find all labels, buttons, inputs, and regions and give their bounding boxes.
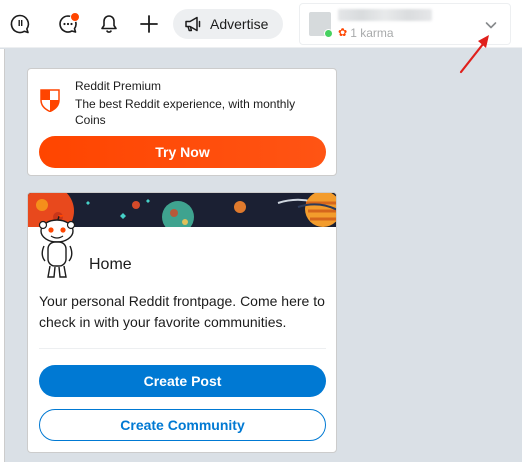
create-community-button[interactable]: Create Community — [39, 409, 326, 441]
chat-icon[interactable] — [52, 8, 84, 40]
advertise-label: Advertise — [210, 16, 269, 32]
snoo-mascot-icon — [36, 211, 78, 285]
premium-title: Reddit Premium — [75, 79, 162, 93]
chevron-down-icon[interactable] — [483, 17, 499, 33]
premium-description: The best Reddit experience, with monthly… — [75, 97, 296, 127]
home-card: Home Your personal Reddit frontpage. Com… — [27, 192, 337, 453]
online-status-dot — [324, 29, 333, 38]
home-description: Your personal Reddit frontpage. Come her… — [39, 293, 325, 330]
advertise-button[interactable]: Advertise — [173, 9, 283, 39]
karma-count: ✿ 1 karma — [338, 26, 394, 40]
premium-card: Reddit Premium The best Reddit experienc… — [27, 68, 337, 176]
left-page-edge — [0, 49, 5, 462]
karma-icon: ✿ — [338, 26, 348, 39]
premium-shield-icon — [39, 88, 61, 113]
megaphone-icon — [183, 15, 203, 33]
create-post-button[interactable]: Create Post — [39, 365, 326, 397]
popular-icon[interactable] — [4, 8, 36, 40]
username-redacted — [338, 9, 432, 21]
home-title: Home — [89, 256, 132, 273]
bell-icon[interactable] — [93, 8, 125, 40]
divider — [39, 348, 326, 349]
karma-label: 1 karma — [350, 26, 394, 40]
chat-notification-dot — [70, 12, 80, 22]
top-header: Advertise ✿ 1 karma — [0, 0, 522, 48]
user-menu-dropdown[interactable]: ✿ 1 karma — [299, 3, 511, 45]
plus-icon[interactable] — [133, 8, 165, 40]
try-now-button[interactable]: Try Now — [39, 136, 326, 168]
